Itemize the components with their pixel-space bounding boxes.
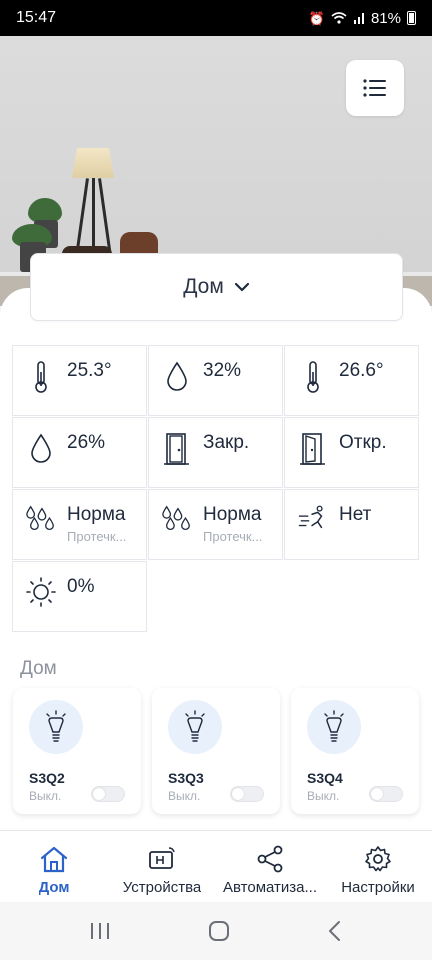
- device-toggle[interactable]: [230, 786, 264, 802]
- lamp-shade: [72, 148, 114, 178]
- section-title: Дом: [20, 658, 57, 679]
- sensor-value: 0%: [67, 576, 95, 597]
- sensor-tile-illuminance[interactable]: 0%: [12, 561, 147, 632]
- door-closed-icon: [164, 433, 189, 465]
- thermometer-icon: [35, 361, 47, 393]
- share-nodes-icon: [257, 845, 283, 873]
- wifi-icon: [331, 12, 347, 24]
- sensor-value: Норма: [67, 504, 126, 525]
- thermometer-icon: [307, 361, 319, 393]
- sensor-value: Откр.: [339, 432, 387, 453]
- nav-tab-home[interactable]: Дом: [0, 831, 108, 902]
- sensor-value: Нет: [339, 504, 372, 525]
- home-icon: [40, 846, 68, 873]
- bottom-navigation: Дом Устройства Автоматиза... Настройки: [0, 830, 432, 902]
- device-toggle[interactable]: [91, 786, 125, 802]
- sensor-tile-door[interactable]: Закр.: [148, 417, 283, 488]
- humidity-drop-icon: [167, 361, 187, 391]
- device-name: S3Q3: [168, 770, 204, 786]
- light-bulb-icon: [324, 710, 344, 742]
- sensor-value: 26.6°: [339, 360, 384, 381]
- light-bulb-icon: [46, 710, 66, 742]
- bulb-icon-container: [29, 700, 83, 754]
- device-name: S3Q4: [307, 770, 343, 786]
- system-navigation-bar: [0, 902, 432, 960]
- water-leak-icon: [162, 505, 190, 531]
- sensor-value: Норма: [203, 504, 262, 525]
- home-button-icon[interactable]: [208, 920, 230, 942]
- device-card[interactable]: S3Q4 Выкл.: [291, 688, 419, 814]
- sensor-tile-motion[interactable]: Нет: [284, 489, 419, 560]
- battery-percent: 81%: [370, 9, 401, 27]
- motion-icon: [298, 505, 323, 529]
- nav-tab-settings[interactable]: Настройки: [324, 831, 432, 902]
- nav-label: Дом: [38, 879, 70, 896]
- device-state: Выкл.: [168, 789, 201, 803]
- device-state: Выкл.: [307, 789, 340, 803]
- sensor-subtitle: Протечк...: [203, 529, 263, 544]
- sensor-value: 32%: [203, 360, 242, 381]
- chevron-down-icon: [234, 282, 249, 292]
- humidity-drop-icon: [31, 433, 51, 463]
- sun-icon: [26, 577, 56, 607]
- menu-button[interactable]: [346, 60, 404, 116]
- bulb-icon-container: [307, 700, 361, 754]
- sensor-value: Закр.: [203, 432, 250, 453]
- nav-label: Устройства: [122, 879, 202, 896]
- gear-icon: [365, 846, 391, 872]
- nav-tab-automation[interactable]: Автоматиза...: [216, 831, 324, 902]
- list-menu-icon: [363, 79, 386, 97]
- status-time: 15:47: [16, 9, 57, 26]
- signal-icon: [353, 13, 364, 24]
- sensor-subtitle: Протечк...: [67, 529, 127, 544]
- device-card[interactable]: S3Q3 Выкл.: [152, 688, 280, 814]
- water-leak-icon: [26, 505, 54, 531]
- sensor-tile-water-leak[interactable]: Норма Протечк...: [148, 489, 283, 560]
- sensor-tile-humidity[interactable]: 32%: [148, 345, 283, 416]
- sensor-tile-temperature[interactable]: 25.3°: [12, 345, 147, 416]
- device-card[interactable]: S3Q2 Выкл.: [13, 688, 141, 814]
- device-name: S3Q2: [29, 770, 65, 786]
- battery-icon: [407, 11, 416, 25]
- nav-tab-devices[interactable]: Устройства: [108, 831, 216, 902]
- nav-label: Настройки: [341, 879, 415, 896]
- sensor-tile-temperature[interactable]: 26.6°: [284, 345, 419, 416]
- sensor-tile-humidity[interactable]: 26%: [12, 417, 147, 488]
- back-icon[interactable]: [327, 920, 343, 942]
- sensor-tile-door[interactable]: Откр.: [284, 417, 419, 488]
- nav-label: Автоматиза...: [223, 879, 317, 896]
- light-bulb-icon: [185, 710, 205, 742]
- bulb-icon-container: [168, 700, 222, 754]
- sensor-value: 25.3°: [67, 360, 112, 381]
- device-state: Выкл.: [29, 789, 62, 803]
- home-selector-dropdown[interactable]: Дом: [30, 253, 403, 321]
- alarm-icon: ⏰: [308, 10, 325, 26]
- sensor-value: 26%: [67, 432, 106, 453]
- status-icons: ⏰ 81%: [309, 10, 416, 27]
- recent-apps-icon[interactable]: [89, 922, 111, 940]
- status-bar: 15:47 ⏰ 81%: [0, 0, 432, 36]
- home-selector-label: Дом: [183, 275, 224, 298]
- device-toggle[interactable]: [369, 786, 403, 802]
- hub-device-icon: [149, 847, 175, 869]
- sensor-tile-water-leak[interactable]: Норма Протечк...: [12, 489, 147, 560]
- door-open-icon: [300, 433, 325, 465]
